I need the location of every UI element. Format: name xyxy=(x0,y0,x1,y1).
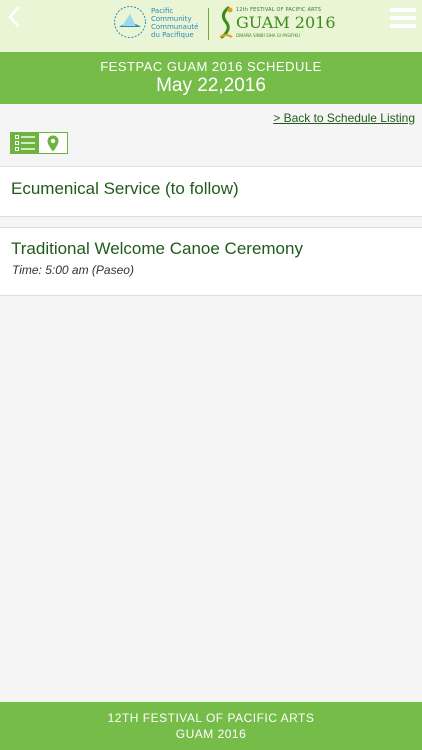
logo-text-line: Communauté xyxy=(151,23,199,31)
logo-text-line: Community xyxy=(151,15,192,23)
event-time: Time: 5:00 am (Paseo) xyxy=(12,263,134,277)
festival-big-text: GUAM 2016 xyxy=(236,13,336,32)
event-title: Traditional Welcome Canoe Ceremony xyxy=(11,239,303,258)
event-card[interactable]: Traditional Welcome Canoe Ceremony Time:… xyxy=(0,227,422,296)
logo-text-line: Pacific xyxy=(151,7,174,15)
event-title: Ecumenical Service (to follow) xyxy=(11,179,239,198)
event-card[interactable]: Ecumenical Service (to follow) xyxy=(0,166,422,217)
map-pin-icon xyxy=(47,135,59,151)
festival-sub-text: DINAÑA SINIBI SIHA GI PASIFIKU xyxy=(236,33,300,38)
map-view-button[interactable] xyxy=(39,132,68,154)
footer: 12TH FESTIVAL OF PACIFIC ARTS GUAM 2016 xyxy=(0,702,422,750)
pacific-community-logo xyxy=(114,6,146,38)
list-icon xyxy=(14,135,35,151)
logo-divider xyxy=(208,8,209,40)
view-toggle xyxy=(10,132,68,154)
pacific-community-text: Pacific Community Communauté du Pacifiqu… xyxy=(151,7,198,39)
list-view-button[interactable] xyxy=(10,132,39,154)
footer-line: 12TH FESTIVAL OF PACIFIC ARTS xyxy=(107,711,315,725)
festival-figure-logo xyxy=(219,6,233,39)
schedule-date: May 22,2016 xyxy=(156,75,266,96)
back-button[interactable] xyxy=(2,2,28,32)
schedule-subtitle: FESTPAC GUAM 2016 SCHEDULE xyxy=(100,59,322,74)
schedule-title-band: FESTPAC GUAM 2016 SCHEDULE May 22,2016 xyxy=(0,52,422,104)
top-bar: Pacific Community Communauté du Pacifiqu… xyxy=(0,0,422,52)
chevron-left-icon xyxy=(8,6,20,28)
hamburger-menu-icon xyxy=(390,8,416,28)
footer-line: GUAM 2016 xyxy=(175,727,247,741)
schedule-content: > Back to Schedule Listing Ecumenical Se… xyxy=(0,104,422,702)
back-to-schedule-link[interactable]: > Back to Schedule Listing xyxy=(273,111,415,125)
logo-text-line: du Pacifique xyxy=(151,31,194,39)
header-logo: Pacific Community Communauté du Pacifiqu… xyxy=(113,5,336,45)
menu-button[interactable] xyxy=(390,8,416,28)
